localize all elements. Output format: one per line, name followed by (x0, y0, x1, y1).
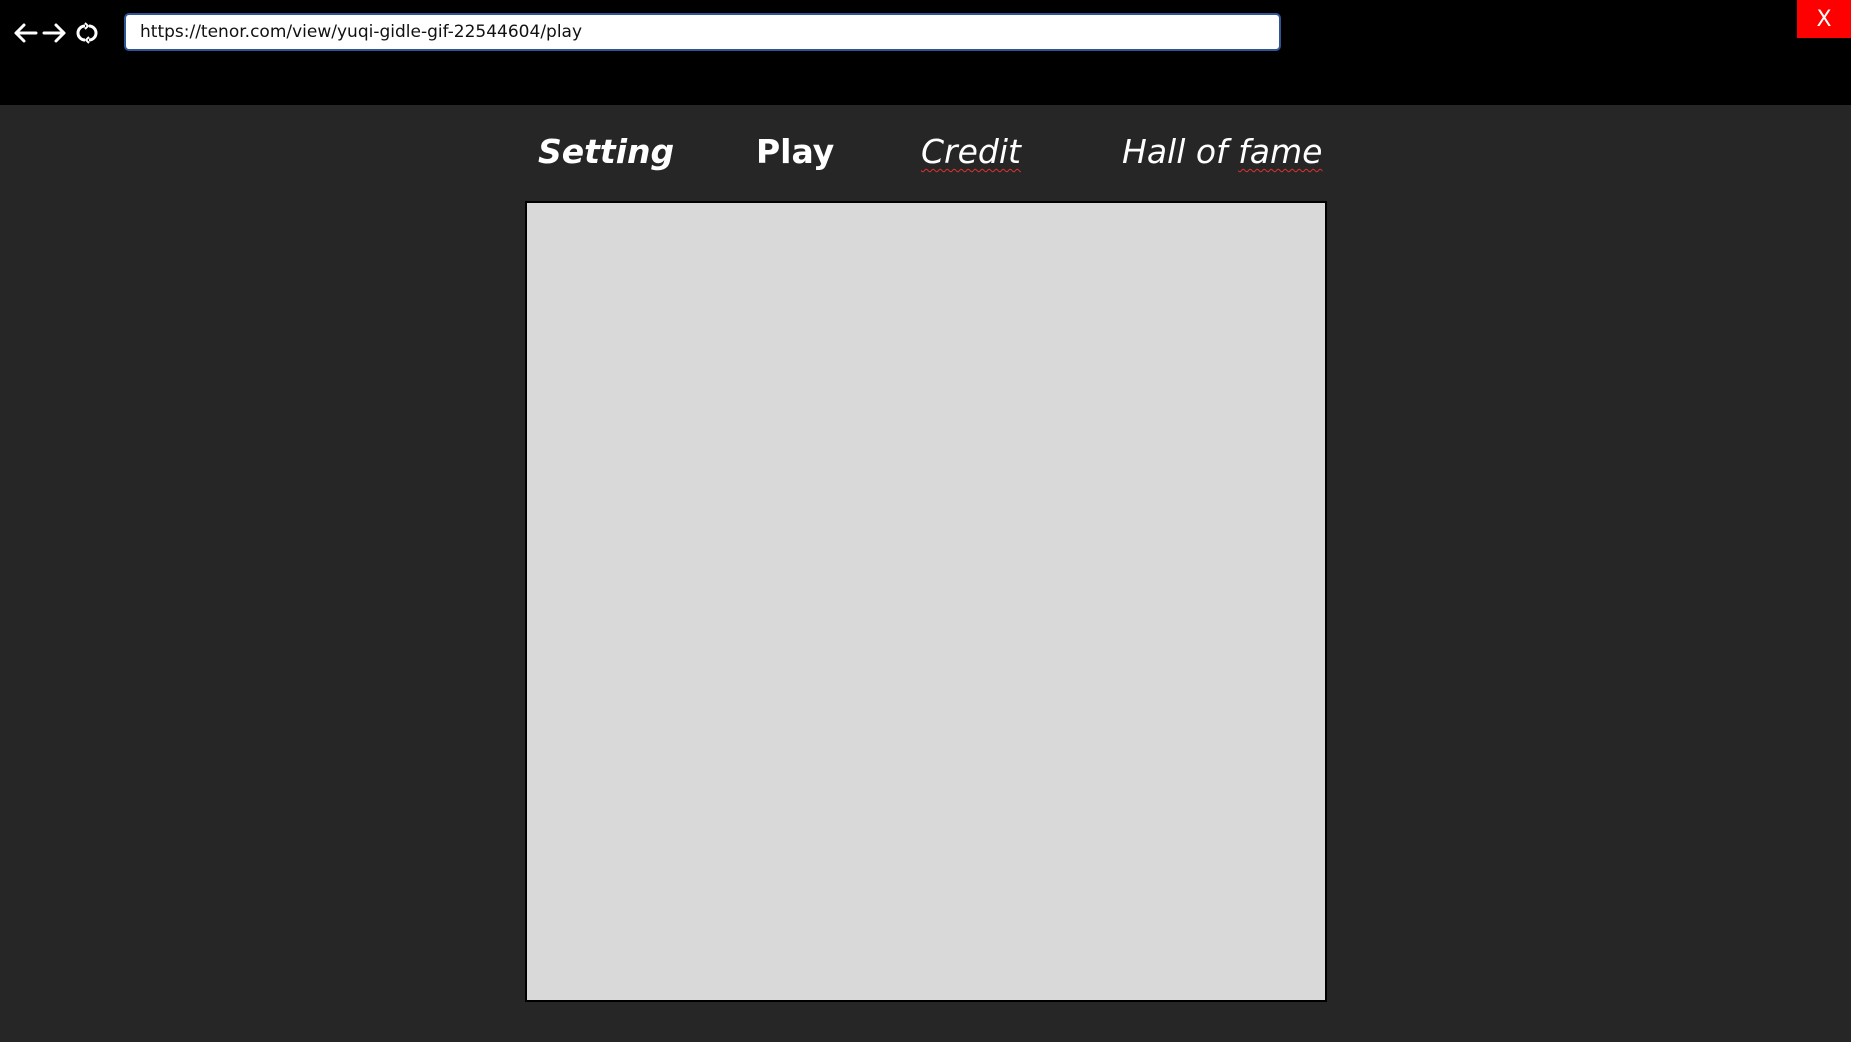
game-area[interactable] (525, 201, 1327, 1002)
menu-play[interactable]: Play (756, 128, 834, 176)
menu-setting[interactable]: Setting (538, 128, 674, 176)
refresh-icon (76, 22, 98, 44)
back-button[interactable] (10, 18, 40, 48)
menu-hall-suffix: fame (1238, 132, 1323, 171)
forward-button[interactable] (40, 18, 70, 48)
close-label: X (1816, 6, 1832, 32)
close-button[interactable]: X (1797, 0, 1851, 38)
menu-hall-of-fame[interactable]: Hall of fame (1122, 128, 1322, 176)
browser-toolbar: X (0, 0, 1851, 105)
refresh-button[interactable] (72, 18, 102, 48)
menu-hall-prefix: Hall of (1122, 132, 1239, 171)
url-input[interactable] (124, 13, 1281, 51)
menu-credit[interactable]: Credit (921, 128, 1021, 176)
arrow-right-icon (42, 23, 66, 43)
arrow-left-icon (14, 23, 38, 43)
